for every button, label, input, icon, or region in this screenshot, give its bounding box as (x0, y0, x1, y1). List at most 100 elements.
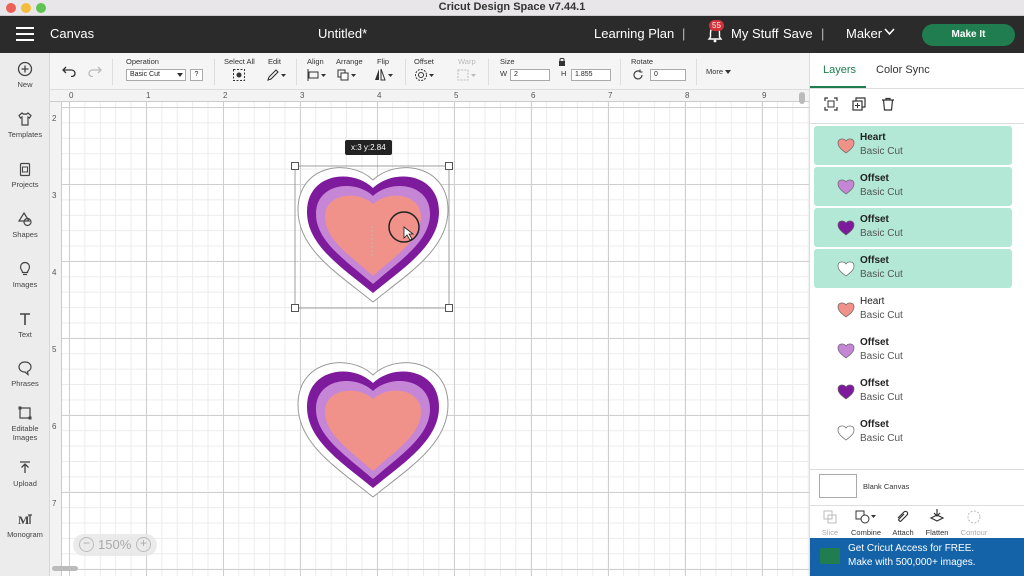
header-separator: | (821, 26, 825, 41)
layer-tools: Slice Combine Attach Flatten Contour (810, 505, 1024, 539)
sidebar-item-monogram[interactable]: M Monogram (0, 511, 50, 539)
document-title[interactable]: Untitled* (318, 26, 367, 41)
selected-heart-group[interactable] (290, 160, 460, 320)
ruler-tick-label: 1 (146, 91, 151, 100)
blank-canvas-row[interactable]: Blank Canvas (810, 469, 1024, 505)
redo-icon[interactable] (88, 65, 102, 77)
toolbar-separator (214, 59, 215, 85)
sidebar-item-upload[interactable]: Upload (0, 460, 50, 488)
header-separator: | (682, 26, 686, 41)
layer-name: Offset (860, 214, 889, 225)
arrange-icon[interactable] (336, 68, 358, 82)
layer-row[interactable]: Offset Basic Cut (814, 372, 1012, 411)
sidebar-item-label: Editable Images (11, 424, 39, 442)
size-label: Size (500, 57, 515, 66)
warp-icon (457, 69, 476, 81)
sidebar-item-editable-images[interactable]: Editable Images (0, 405, 50, 442)
layer-operation: Basic Cut (860, 228, 903, 239)
ruler-tick-label: 5 (454, 91, 459, 100)
edit-pencil-icon[interactable] (266, 68, 288, 82)
operation-help-button[interactable]: ? (190, 69, 203, 81)
layer-row[interactable]: Offset Basic Cut (814, 249, 1012, 288)
combine-button[interactable]: Combine (846, 506, 886, 537)
layer-row[interactable]: Offset Basic Cut (814, 413, 1012, 452)
horizontal-scrollbar[interactable] (52, 566, 78, 571)
duplicate-icon[interactable] (852, 97, 866, 111)
heart-icon (837, 343, 855, 359)
ruler-tick-label: 6 (531, 91, 536, 100)
trash-icon[interactable] (881, 97, 895, 111)
flatten-button[interactable]: Flatten (917, 506, 957, 537)
layer-name: Offset (860, 255, 889, 266)
machine-select[interactable]: Maker (846, 26, 882, 41)
toolbar-separator (296, 59, 297, 85)
group-icon[interactable] (824, 97, 838, 111)
select-all-icon[interactable] (232, 68, 246, 82)
window-title: Cricut Design Space v7.44.1 (438, 1, 586, 13)
tool-label: Flatten (925, 528, 949, 537)
heart-group[interactable] (290, 355, 460, 515)
lock-icon[interactable] (558, 57, 566, 66)
sidebar-item-text[interactable]: Text (0, 311, 50, 339)
sidebar-item-phrases[interactable]: Phrases (0, 360, 50, 388)
sidebar-item-shapes[interactable]: Shapes (0, 211, 50, 239)
sidebar-item-templates[interactable]: Templates (0, 111, 50, 139)
learning-plan-link[interactable]: Learning Plan (594, 26, 674, 41)
layer-name: Heart (860, 132, 886, 143)
layer-operation: Basic Cut (860, 310, 903, 321)
height-input[interactable]: 1.855 (571, 69, 611, 81)
hamburger-icon[interactable] (16, 27, 34, 41)
flip-icon[interactable] (373, 68, 395, 82)
vertical-scrollbar[interactable] (799, 92, 805, 104)
access-icon (820, 548, 840, 564)
layer-row[interactable]: Offset Basic Cut (814, 331, 1012, 370)
select-all-label: Select All (224, 57, 255, 66)
save-button[interactable]: Save (783, 26, 813, 41)
heart-icon (837, 384, 855, 400)
zoom-out-button[interactable]: − (79, 537, 94, 552)
offset-icon[interactable] (414, 68, 436, 82)
cricut-access-promo[interactable]: Get Cricut Access for FREE. Make with 50… (810, 538, 1024, 576)
tab-color-sync[interactable]: Color Sync (876, 64, 930, 76)
text-icon (20, 313, 30, 325)
shapes-icon (17, 211, 32, 227)
bulb-icon (19, 261, 31, 276)
align-label: Align (307, 57, 324, 66)
edit-toolbar: Operation Basic Cut ? Select All Edit Al… (50, 53, 809, 90)
ruler-tick-label: 4 (377, 91, 382, 100)
sidebar-item-label: Projects (11, 180, 39, 189)
chevron-down-icon[interactable] (884, 28, 895, 36)
layer-row[interactable]: Heart Basic Cut (814, 126, 1012, 165)
sidebar-item-new[interactable]: New (0, 61, 50, 89)
sidebar-item-label: Phrases (11, 379, 39, 388)
zoom-in-button[interactable]: + (136, 537, 151, 552)
align-icon[interactable] (306, 68, 328, 82)
canvas-color-swatch[interactable] (819, 474, 857, 498)
heart-icon (837, 302, 855, 318)
layer-operation: Basic Cut (860, 351, 903, 362)
promo-line: Get Cricut Access for FREE. (848, 543, 975, 554)
undo-icon[interactable] (62, 65, 76, 77)
my-stuff-link[interactable]: My Stuff (731, 26, 778, 41)
layer-row[interactable]: Offset Basic Cut (814, 167, 1012, 206)
sidebar-item-label: Upload (13, 479, 37, 488)
sidebar-item-projects[interactable]: Projects (0, 161, 50, 189)
rotate-input[interactable]: 0 (650, 69, 686, 81)
layer-row[interactable]: Offset Basic Cut (814, 208, 1012, 247)
heart-icon (837, 138, 855, 154)
make-it-button[interactable]: Make It (922, 24, 1015, 46)
sidebar-item-images[interactable]: Images (0, 261, 50, 289)
layer-row[interactable]: Heart Basic Cut (814, 290, 1012, 329)
tab-layers[interactable]: Layers (823, 64, 856, 76)
design-canvas[interactable]: 0 1 2 3 4 5 6 7 8 9 2 3 4 5 6 7 x:3 y:2.… (50, 90, 809, 576)
ruler-tick-label: 3 (300, 91, 305, 100)
layer-name: Offset (860, 419, 889, 430)
upload-icon (20, 461, 30, 473)
clipboard-icon (19, 162, 31, 177)
more-menu[interactable]: More (706, 67, 723, 76)
width-input[interactable]: 2 (510, 69, 550, 81)
width-label: W (500, 69, 508, 78)
monogram-icon: M (18, 513, 32, 527)
notification-badge: 55 (709, 20, 724, 31)
heart-icon (837, 261, 855, 277)
